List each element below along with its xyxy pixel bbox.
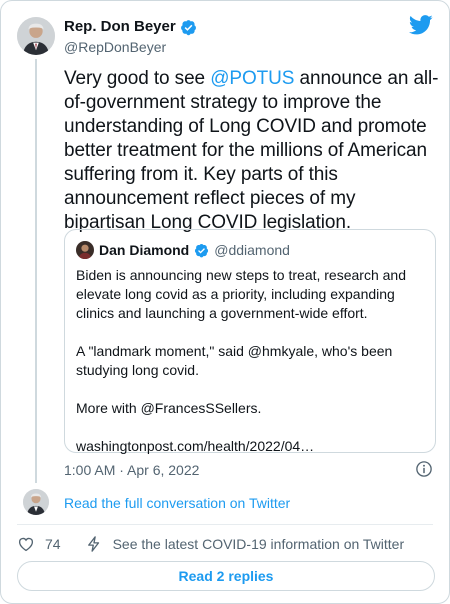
verified-badge-icon xyxy=(194,243,209,258)
quote-author-name[interactable]: Dan Diamond xyxy=(99,242,189,258)
author-block[interactable]: Rep. Don Beyer @RepDonBeyer xyxy=(64,17,197,56)
author-avatar[interactable] xyxy=(17,17,55,55)
quote-paragraph: A "landmark moment," said @hmkyale, who'… xyxy=(76,343,393,378)
tweet-timestamp[interactable]: 1:00 AM · Apr 6, 2022 xyxy=(64,461,199,479)
tweet-text-part-1: Very good to see xyxy=(64,68,211,89)
reply-avatar[interactable] xyxy=(23,489,49,515)
thread-line xyxy=(35,59,37,483)
quote-author-handle[interactable]: @ddiamond xyxy=(214,242,290,258)
quote-link[interactable]: washingtonpost.com/health/2022/04… xyxy=(76,437,424,456)
quote-paragraph: More with @FrancesSSellers. xyxy=(76,400,262,416)
divider xyxy=(17,524,433,525)
info-icon[interactable] xyxy=(415,460,433,478)
quote-paragraph: Biden is announcing new steps to treat, … xyxy=(76,267,406,321)
twitter-bird-icon[interactable] xyxy=(408,15,433,35)
quote-avatar[interactable] xyxy=(76,241,94,259)
quoted-tweet[interactable]: Dan Diamond @ddiamond Biden is announcin… xyxy=(64,229,436,456)
lightning-bolt-icon xyxy=(85,535,103,553)
tweet-text-part-2: announce an all-of-government strategy t… xyxy=(64,68,439,233)
covid-info-link[interactable]: See the latest COVID-19 information on T… xyxy=(113,536,405,552)
tweet-text: Very good to see @POTUS announce an all-… xyxy=(64,67,439,235)
action-bar: 74 See the latest COVID-19 information o… xyxy=(17,534,404,554)
verified-badge-icon xyxy=(180,19,197,36)
mention-link[interactable]: @POTUS xyxy=(210,68,294,89)
quote-body: Biden is announcing new steps to treat, … xyxy=(76,266,424,456)
heart-icon[interactable] xyxy=(17,535,35,553)
author-name[interactable]: Rep. Don Beyer xyxy=(64,17,176,37)
tweet-card: Rep. Don Beyer @RepDonBeyer Very good to… xyxy=(0,0,450,604)
like-count[interactable]: 74 xyxy=(45,536,61,552)
read-replies-button[interactable]: Read 2 replies xyxy=(17,561,435,591)
author-handle[interactable]: @RepDonBeyer xyxy=(64,38,197,56)
read-conversation-link[interactable]: Read the full conversation on Twitter xyxy=(64,494,290,512)
